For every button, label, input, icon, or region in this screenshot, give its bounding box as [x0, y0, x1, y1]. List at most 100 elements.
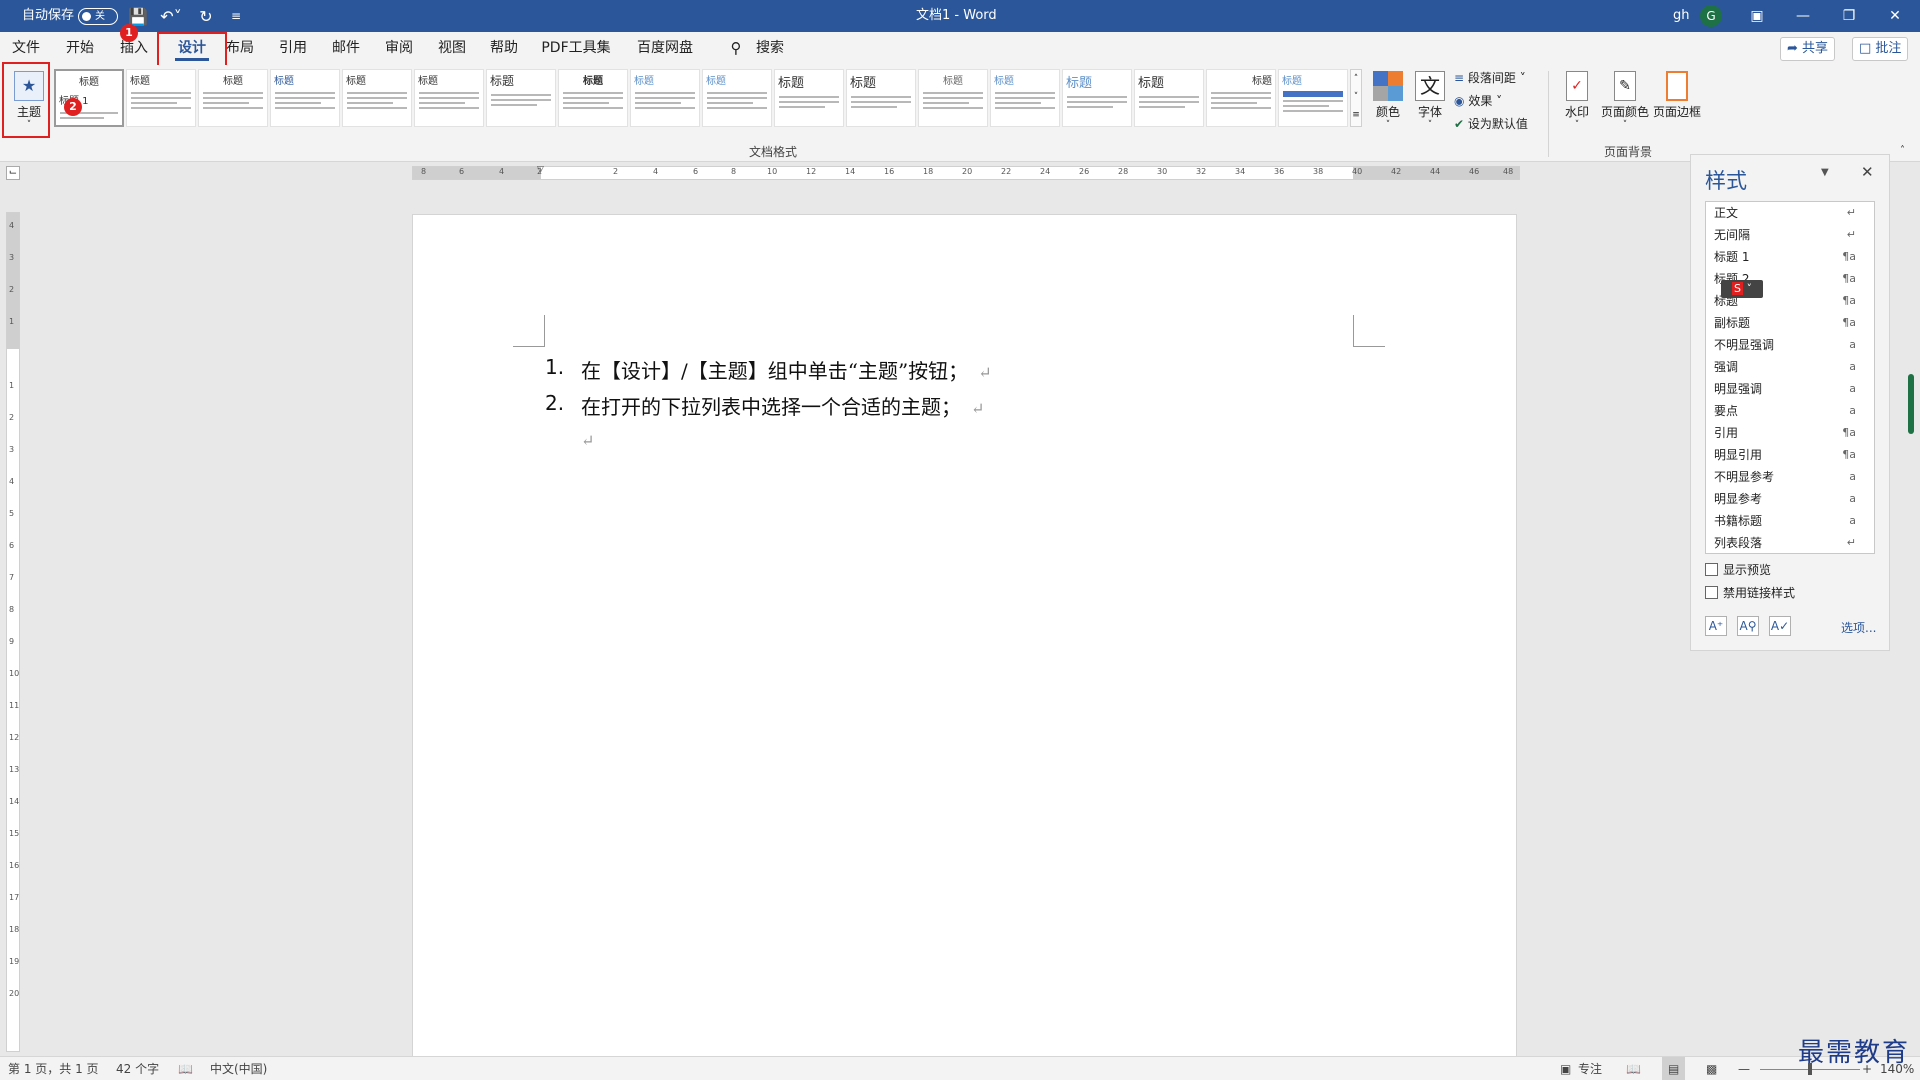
style-set-6[interactable]: 标题 — [414, 69, 484, 127]
print-layout-icon[interactable]: ▤ — [1662, 1057, 1686, 1080]
tab-file[interactable]: 文件 — [6, 32, 46, 65]
style-set-17[interactable]: 标题 — [1206, 69, 1276, 127]
set-default-button[interactable]: ✔ 设为默认值 — [1454, 115, 1528, 133]
comments-button[interactable]: □ 批注 — [1852, 37, 1909, 61]
crop-mark-left — [513, 315, 545, 347]
styles-pane-title: 样式 — [1705, 169, 1747, 193]
style-item[interactable]: 明显引用 ¶a — [1706, 444, 1874, 466]
style-set-14[interactable]: 标题 — [990, 69, 1060, 127]
tab-help[interactable]: 帮助 — [484, 32, 524, 65]
show-preview-checkbox[interactable] — [1705, 563, 1718, 576]
tab-selector[interactable]: ⌙ — [6, 166, 20, 180]
redo-icon[interactable]: ↻ — [196, 6, 216, 26]
input-method-icon[interactable]: S ˅ — [1721, 280, 1763, 298]
language-indicator[interactable]: 中文(中国) — [210, 1057, 267, 1080]
style-set-5[interactable]: 标题 — [342, 69, 412, 127]
vertical-ruler[interactable]: 4 3 2 1 1 2 3 4 5 6 7 8 9 10 11 12 13 14… — [6, 212, 20, 1052]
style-set-10[interactable]: 标题 — [702, 69, 772, 127]
avatar[interactable]: G — [1700, 5, 1722, 27]
effects-button[interactable]: ◉ 效果 ˅ — [1454, 92, 1502, 110]
style-item[interactable]: 明显参考 a — [1706, 488, 1874, 510]
autosave-state: 关 — [95, 11, 105, 22]
style-set-7[interactable]: 标题 — [486, 69, 556, 127]
style-set-1[interactable]: 标题 标题 1 — [54, 69, 124, 127]
style-item[interactable]: 明显强调 a — [1706, 378, 1874, 400]
focus-label[interactable]: 专注 — [1578, 1057, 1602, 1080]
style-item[interactable]: 副标题 ¶a — [1706, 312, 1874, 334]
share-button[interactable]: ➦ 共享 — [1780, 37, 1836, 61]
group-separator — [1548, 71, 1549, 157]
style-set-heading: 标题 — [850, 76, 877, 91]
focus-icon[interactable]: ▣ — [1560, 1057, 1571, 1080]
web-layout-icon[interactable]: ▩ — [1706, 1057, 1717, 1080]
user-name[interactable]: gh — [1673, 0, 1690, 32]
disable-linked-styles-checkbox[interactable] — [1705, 586, 1718, 599]
close-icon[interactable]: ✕ — [1872, 0, 1918, 32]
save-icon[interactable]: 💾 — [128, 6, 148, 26]
tab-view[interactable]: 视图 — [432, 32, 472, 65]
collapse-ribbon-icon[interactable]: ˄ — [1900, 145, 1905, 156]
style-item[interactable]: 要点 a — [1706, 400, 1874, 422]
close-icon[interactable]: ✕ — [1861, 163, 1874, 181]
minimize-icon[interactable]: — — [1780, 0, 1826, 32]
style-inspector-icon[interactable]: A⚲ — [1737, 616, 1759, 636]
page-count[interactable]: 第 1 页，共 1 页 — [8, 1057, 99, 1080]
indent-marker[interactable]: ▽ — [537, 165, 544, 175]
style-item[interactable]: 无间隔 ↵ — [1706, 224, 1874, 246]
style-set-heading: 标题 — [346, 76, 366, 87]
restore-icon[interactable]: ❐ — [1826, 0, 1872, 32]
horizontal-ruler[interactable]: 8 6 4 2 2 4 6 8 10 12 14 16 18 20 22 24 … — [412, 165, 1520, 180]
tab-home[interactable]: 开始 — [60, 32, 100, 65]
paragraph-mark: ↵ — [978, 363, 992, 382]
colors-button[interactable]: 颜色 ˅ — [1370, 69, 1406, 139]
style-set-12[interactable]: 标题 — [846, 69, 916, 127]
paragraph-mark: ↵ — [971, 399, 985, 418]
style-item[interactable]: 不明显强调 a — [1706, 334, 1874, 356]
vertical-scrollbar[interactable] — [1908, 374, 1914, 434]
new-style-icon[interactable]: A⁺ — [1705, 616, 1727, 636]
style-set-15[interactable]: 标题 — [1062, 69, 1132, 127]
style-set-3[interactable]: 标题 — [198, 69, 268, 127]
style-set-2[interactable]: 标题 — [126, 69, 196, 127]
style-set-heading: 标题 — [1282, 76, 1302, 87]
tab-baidu-netdisk[interactable]: 百度网盘 — [630, 32, 700, 65]
watermark-button[interactable]: ✓ 水印 ˅ — [1558, 69, 1596, 139]
search-box[interactable]: 搜索 — [750, 32, 790, 65]
style-item[interactable]: 强调 a — [1706, 356, 1874, 378]
style-set-11[interactable]: 标题 — [774, 69, 844, 127]
style-item[interactable]: 标题 1 ¶a — [1706, 246, 1874, 268]
style-set-8[interactable]: 标题 — [558, 69, 628, 127]
tab-mailings[interactable]: 邮件 — [326, 32, 366, 65]
fonts-button[interactable]: 文 字体 ˅ — [1412, 69, 1448, 139]
style-item[interactable]: 正文 ↵ — [1706, 202, 1874, 224]
gallery-scroll[interactable]: ˄ ˅ ≡ — [1350, 69, 1362, 127]
page-color-button[interactable]: ✎ 页面颜色 ˅ — [1600, 69, 1650, 139]
style-item[interactable]: 不明显参考 a — [1706, 466, 1874, 488]
style-set-16[interactable]: 标题 — [1134, 69, 1204, 127]
tab-references[interactable]: 引用 — [273, 32, 313, 65]
undo-icon[interactable]: ↶˅ — [158, 6, 184, 26]
customize-qat-icon[interactable]: ≡ — [226, 6, 246, 26]
tab-pdf-tools[interactable]: PDF工具集 — [541, 32, 611, 65]
autosave-toggle[interactable]: 关 — [78, 8, 118, 25]
ribbon-display-icon[interactable]: ▣ — [1734, 0, 1780, 32]
style-set-9[interactable]: 标题 — [630, 69, 700, 127]
options-link[interactable]: 选项... — [1841, 619, 1876, 636]
style-set-18[interactable]: 标题 — [1278, 69, 1348, 127]
word-count[interactable]: 42 个字 — [116, 1057, 159, 1080]
proofing-icon[interactable]: 📖 — [178, 1057, 193, 1080]
style-set-13[interactable]: 标题 — [918, 69, 988, 127]
styles-list[interactable]: 正文 ↵ 无间隔 ↵ 标题 1 ¶a 标题 2 ¶a 标题 ¶a 副标题 ¶a 不明显强调 a… — [1705, 201, 1875, 554]
style-set-4[interactable]: 标题 — [270, 69, 340, 127]
read-mode-icon[interactable]: 📖 — [1626, 1057, 1641, 1080]
style-item[interactable]: 列表段落 ↵ — [1706, 532, 1874, 554]
document-page[interactable]: 1. 在【设计】/【主题】组中单击“主题”按钮； ↵ 2. 在打开的下拉列表中选择… — [412, 214, 1517, 1060]
style-item[interactable]: 书籍标题 a — [1706, 510, 1874, 532]
tab-review[interactable]: 审阅 — [379, 32, 419, 65]
style-item[interactable]: 引用 ¶a — [1706, 422, 1874, 444]
pane-options-icon[interactable]: ▼ — [1821, 167, 1829, 178]
paragraph-spacing-button[interactable]: ≡ 段落间距 ˅ — [1454, 69, 1526, 87]
zoom-out-icon[interactable]: — — [1738, 1057, 1750, 1080]
manage-styles-icon[interactable]: A✓ — [1769, 616, 1791, 636]
page-borders-button[interactable]: 页面边框 — [1652, 69, 1702, 139]
